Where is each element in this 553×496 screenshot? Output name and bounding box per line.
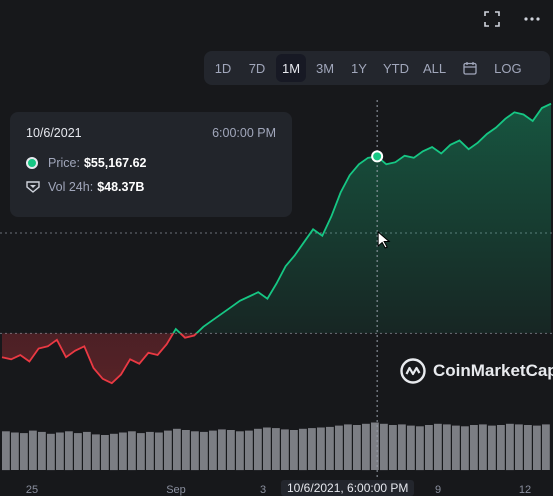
crosshair-time-label: 10/6/2021, 6:00:00 PM bbox=[281, 480, 415, 496]
more-dots-icon[interactable] bbox=[521, 8, 543, 30]
volume-bar bbox=[290, 430, 298, 470]
volume-bar bbox=[263, 427, 271, 470]
time-range-selector: 1D 7D 1M 3M 1Y YTD ALL LOG bbox=[204, 51, 550, 85]
range-1y-button[interactable]: 1Y bbox=[344, 54, 374, 82]
hover-point bbox=[371, 150, 384, 163]
price-label: Price: bbox=[48, 156, 80, 170]
volume-bar bbox=[479, 424, 487, 470]
chart-top-icons bbox=[481, 8, 543, 30]
volume-bar bbox=[83, 431, 91, 470]
volume-bar bbox=[317, 427, 325, 470]
volume-label: Vol 24h: bbox=[48, 180, 94, 194]
volume-bar bbox=[308, 428, 316, 470]
volume-bar bbox=[182, 430, 190, 470]
volume-bar bbox=[497, 425, 505, 470]
price-dot-icon bbox=[26, 157, 38, 169]
volume-bar bbox=[461, 426, 469, 471]
volume-bar bbox=[65, 431, 73, 471]
volume-bar bbox=[452, 425, 460, 470]
volume-bar bbox=[344, 424, 352, 470]
coinmarketcap-logo-icon bbox=[400, 358, 426, 384]
volume-bar bbox=[38, 431, 46, 470]
volume-bar bbox=[398, 424, 406, 470]
volume-bar bbox=[2, 431, 10, 471]
volume-bar bbox=[506, 423, 514, 471]
volume-bar bbox=[488, 425, 496, 470]
range-all-button[interactable]: ALL bbox=[418, 54, 451, 82]
volume-bar bbox=[236, 431, 244, 471]
tooltip-time: 6:00:00 PM bbox=[212, 126, 276, 140]
volume-bar bbox=[74, 433, 82, 470]
volume-bar bbox=[434, 423, 442, 471]
volume-bar bbox=[209, 430, 217, 470]
volume-bar bbox=[470, 425, 478, 470]
x-tick-label: Sep bbox=[166, 484, 186, 496]
coinmarketcap-watermark: CoinMarketCap bbox=[400, 358, 553, 384]
x-tick-label: 3 bbox=[259, 484, 267, 496]
volume-bar bbox=[92, 434, 100, 470]
volume-bar bbox=[362, 423, 370, 471]
volume-bar bbox=[353, 425, 361, 470]
volume-bar bbox=[200, 431, 208, 470]
volume-bar bbox=[254, 428, 262, 471]
volume-bar bbox=[443, 424, 451, 470]
volume-bar bbox=[173, 428, 181, 471]
volume-bar bbox=[416, 426, 424, 471]
volume-bar bbox=[164, 430, 172, 470]
volume-bar bbox=[281, 429, 289, 470]
volume-bar bbox=[146, 431, 154, 470]
volume-bar bbox=[29, 430, 37, 470]
volume-bar bbox=[407, 425, 415, 470]
volume-bar bbox=[380, 423, 388, 471]
calendar-icon[interactable] bbox=[455, 54, 485, 82]
watermark-text: CoinMarketCap bbox=[433, 361, 553, 380]
range-3m-button[interactable]: 3M bbox=[310, 54, 340, 82]
price-tooltip: 10/6/2021 6:00:00 PM Price: $55,167.62 V… bbox=[10, 112, 292, 217]
price-chart-widget: 1D 7D 1M 3M 1Y YTD ALL LOG 10/6/2021 6:0… bbox=[0, 0, 553, 496]
volume-bar bbox=[47, 433, 55, 471]
volume-bar bbox=[272, 428, 280, 470]
volume-bar bbox=[56, 432, 64, 470]
volume-bar bbox=[227, 430, 235, 470]
range-7d-button[interactable]: 7D bbox=[242, 54, 272, 82]
x-tick-label: 25 bbox=[25, 484, 39, 496]
range-ytd-button[interactable]: YTD bbox=[378, 54, 414, 82]
fullscreen-icon[interactable] bbox=[481, 8, 503, 30]
volume-bar bbox=[137, 433, 145, 470]
x-tick-label: 12 bbox=[518, 484, 532, 496]
volume-bar bbox=[128, 431, 136, 471]
volume-bar bbox=[191, 431, 199, 471]
volume-bar bbox=[101, 435, 109, 470]
volume-bar bbox=[119, 432, 127, 470]
volume-bar bbox=[110, 433, 118, 471]
volume-bar bbox=[389, 425, 397, 470]
volume-bar bbox=[20, 433, 28, 470]
volume-bar bbox=[542, 424, 550, 470]
volume-bar bbox=[326, 426, 334, 470]
volume-bar bbox=[155, 432, 163, 470]
volume-bar bbox=[533, 425, 541, 470]
log-scale-toggle[interactable]: LOG bbox=[489, 54, 526, 82]
volume-bar bbox=[335, 425, 343, 470]
range-1m-button[interactable]: 1M bbox=[276, 54, 306, 82]
volume-bar bbox=[524, 425, 532, 470]
tooltip-date: 10/6/2021 bbox=[26, 126, 82, 140]
volume-bar bbox=[11, 432, 19, 470]
volume-bar bbox=[299, 428, 307, 471]
range-1d-button[interactable]: 1D bbox=[208, 54, 238, 82]
volume-value: $48.37B bbox=[97, 180, 145, 194]
volume-bar bbox=[218, 429, 226, 470]
x-tick-label: 9 bbox=[434, 484, 442, 496]
price-value: $55,167.62 bbox=[83, 156, 147, 170]
volume-bar bbox=[245, 430, 253, 470]
volume-icon bbox=[26, 181, 40, 193]
volume-bar bbox=[425, 425, 433, 470]
volume-bar bbox=[515, 424, 523, 470]
